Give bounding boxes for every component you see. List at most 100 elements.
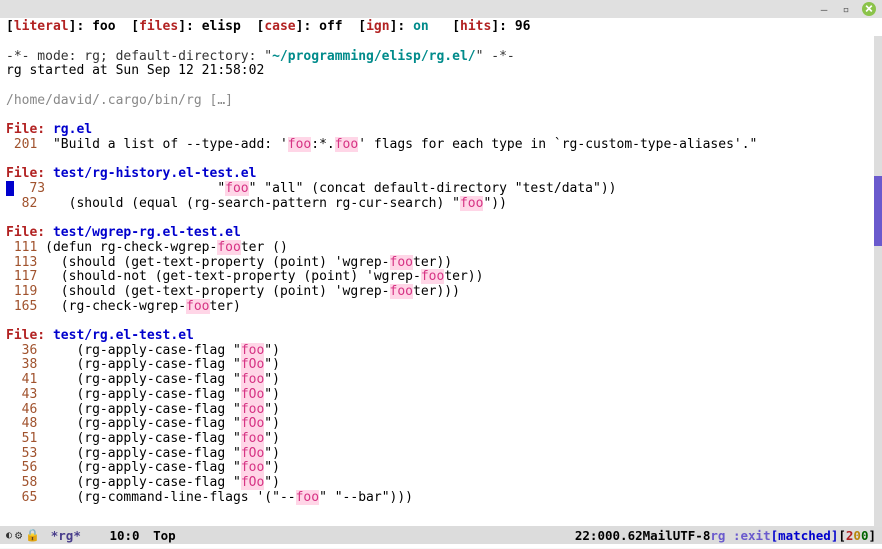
line-number[interactable]: 53 xyxy=(6,446,37,461)
window-titlebar: — ▫ × xyxy=(0,0,882,18)
results-list: File: rg.el 201 "Build a list of --type-… xyxy=(6,123,876,505)
search-header: [literal]: foo [files]: elisp [case]: of… xyxy=(0,18,882,35)
cursor-position: 10:0 xyxy=(109,528,139,543)
minimize-button[interactable]: — xyxy=(818,3,830,15)
line-text[interactable]: (should (equal (rg-search-pattern rg-cur… xyxy=(37,196,507,211)
line-text[interactable]: (defun rg-check-wgrep-footer () xyxy=(37,240,287,255)
line-text[interactable]: (should (get-text-property (point) 'wgre… xyxy=(37,255,452,270)
match: foo xyxy=(225,181,248,196)
match: fOo xyxy=(241,416,264,431)
match: foo xyxy=(296,490,319,505)
stat-1: 2 xyxy=(846,528,854,543)
line-number[interactable]: 111 xyxy=(6,240,37,255)
line-number[interactable]: 58 xyxy=(6,475,37,490)
line-text[interactable]: (rg-apply-case-flag "foo") xyxy=(37,343,280,358)
line-number[interactable]: 48 xyxy=(6,416,37,431)
match: fOo xyxy=(241,446,264,461)
line-text[interactable]: (rg-apply-case-flag "foo") xyxy=(37,372,280,387)
line-number[interactable]: 119 xyxy=(6,284,37,299)
match: foo xyxy=(241,343,264,358)
line-number[interactable]: 65 xyxy=(6,490,37,505)
line-text[interactable]: (rg-apply-case-flag "fOo") xyxy=(37,416,280,431)
minibuffer[interactable] xyxy=(0,544,882,548)
rg-binary-path: /home/david/.cargo/bin/rg xyxy=(6,93,202,108)
status-icon: ◐ xyxy=(6,530,12,541)
line-number[interactable]: 46 xyxy=(6,402,37,417)
line-number[interactable]: 36 xyxy=(6,343,37,358)
scrollbar-thumb[interactable] xyxy=(874,176,882,246)
file-label: File: xyxy=(6,166,53,181)
match: foo xyxy=(241,431,264,446)
line-text[interactable]: (rg-apply-case-flag "fOo") xyxy=(37,387,280,402)
match: foo xyxy=(288,137,311,152)
line-number[interactable]: 51 xyxy=(6,431,37,446)
line-text[interactable]: (rg-apply-case-flag "fOo") xyxy=(37,357,280,372)
results-pane[interactable]: -*- mode: rg; default-directory: "~/prog… xyxy=(0,35,882,526)
stat-3: 0 xyxy=(861,528,869,543)
files-label: files xyxy=(139,19,178,34)
mode-line-prefix: -*- mode: rg; default-directory: " xyxy=(6,49,272,64)
literal-label: literal xyxy=(14,19,69,34)
match: foo xyxy=(241,402,264,417)
mode-line: ◐ ⚙ 🔒 *rg* 10:0 Top 22:00 0.62 Mail UTF-… xyxy=(0,526,882,544)
default-directory: ~/programming/elisp/rg.el/ xyxy=(272,49,476,64)
line-text[interactable]: "Build a list of --type-add: 'foo:*.foo'… xyxy=(37,137,757,152)
match-status: [matched] xyxy=(771,528,839,543)
match: foo xyxy=(241,372,264,387)
line-text[interactable]: (should-not (get-text-property (point) '… xyxy=(37,269,483,284)
line-text[interactable]: (rg-command-line-flags '("--foo" "--bar"… xyxy=(37,490,413,505)
file-name[interactable]: rg.el xyxy=(53,122,92,137)
line-text[interactable]: (should (get-text-property (point) 'wgre… xyxy=(37,284,460,299)
line-number[interactable]: 165 xyxy=(6,299,37,314)
line-text[interactable]: (rg-check-wgrep-footer) xyxy=(37,299,241,314)
match: foo xyxy=(335,137,358,152)
case-value: off xyxy=(319,19,342,34)
lock-icon: 🔒 xyxy=(25,528,40,542)
file-name[interactable]: test/wgrep-rg.el-test.el xyxy=(53,225,241,240)
close-button[interactable]: × xyxy=(862,2,876,16)
line-number[interactable]: 38 xyxy=(6,357,37,372)
literal-value: foo xyxy=(92,19,115,34)
hits-value: 96 xyxy=(515,19,531,34)
rg-mode: rg xyxy=(710,528,725,543)
line-number[interactable]: 41 xyxy=(6,372,37,387)
exit-status: :exit xyxy=(733,528,771,543)
line-number[interactable]: 82 xyxy=(6,196,37,211)
line-number[interactable]: 43 xyxy=(6,387,37,402)
line-text[interactable]: "foo" "all" (concat default-directory "t… xyxy=(45,181,616,196)
line-text[interactable]: (rg-apply-case-flag "foo") xyxy=(37,402,280,417)
line-number[interactable]: 113 xyxy=(6,255,37,270)
match: foo xyxy=(241,460,264,475)
line-number[interactable]: 56 xyxy=(6,460,37,475)
line-number[interactable]: 73 xyxy=(14,181,45,196)
file-label: File: xyxy=(6,122,53,137)
line-text[interactable]: (rg-apply-case-flag "fOo") xyxy=(37,475,280,490)
match: foo xyxy=(390,255,413,270)
load-avg: 0.62 xyxy=(613,528,643,543)
scroll-location: Top xyxy=(153,528,176,543)
file-label: File: xyxy=(6,225,53,240)
mail-indicator: Mail xyxy=(643,528,673,543)
match: fOo xyxy=(241,387,264,402)
buffer-name[interactable]: *rg* xyxy=(43,528,88,543)
encoding: UTF-8 xyxy=(673,528,711,543)
file-label: File: xyxy=(6,328,53,343)
start-time: rg started at Sun Sep 12 21:58:02 xyxy=(6,63,264,78)
files-value: elisp xyxy=(202,19,241,34)
ign-value: on xyxy=(413,19,429,34)
line-text[interactable]: (rg-apply-case-flag "foo") xyxy=(37,460,280,475)
file-name[interactable]: test/rg.el-test.el xyxy=(53,328,194,343)
line-number[interactable]: 201 xyxy=(6,137,37,152)
hits-label: hits xyxy=(460,19,491,34)
line-number[interactable]: 117 xyxy=(6,269,37,284)
case-label: case xyxy=(264,19,295,34)
line-text[interactable]: (rg-apply-case-flag "fOo") xyxy=(37,446,280,461)
match: foo xyxy=(217,240,240,255)
gear-icon[interactable]: ⚙ xyxy=(15,528,22,542)
scrollbar[interactable] xyxy=(874,36,882,527)
ign-label: ign xyxy=(366,19,389,34)
line-text[interactable]: (rg-apply-case-flag "foo") xyxy=(37,431,280,446)
file-name[interactable]: test/rg-history.el-test.el xyxy=(53,166,257,181)
maximize-button[interactable]: ▫ xyxy=(840,3,852,15)
match: fOo xyxy=(241,357,264,372)
